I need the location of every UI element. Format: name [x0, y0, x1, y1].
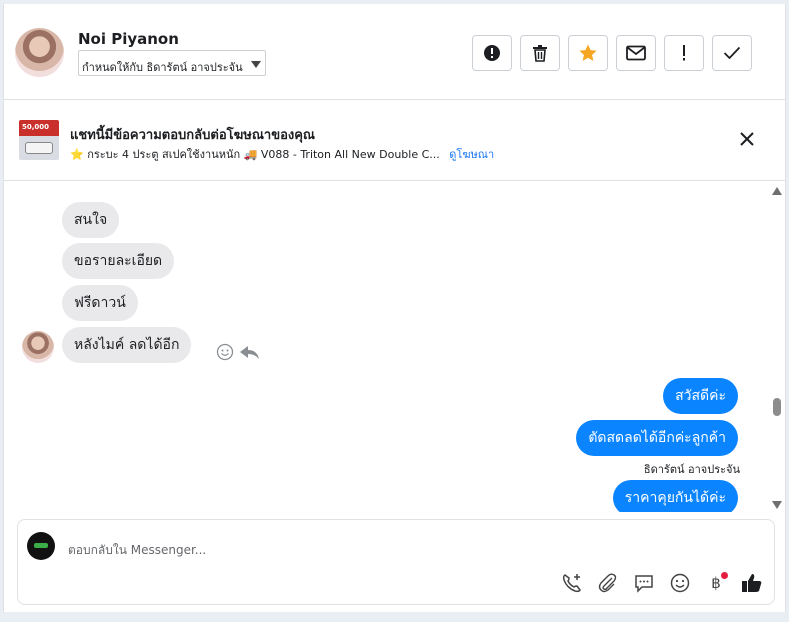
message-thread: สนใจ ขอรายละเอียด ฟรีดาวน์ หลังไมค์ ลดได… [4, 182, 785, 512]
saved-replies-button[interactable] [632, 571, 656, 595]
truck-image [25, 142, 53, 154]
scroll-thumb[interactable] [773, 398, 781, 416]
envelope-icon [626, 45, 646, 61]
ad-banner-subtitle: ⭐ กระบะ 4 ประตู สเปคใช้งานหนัก 🚚 V088 - … [70, 145, 494, 163]
scroll-up-icon[interactable] [772, 187, 782, 195]
call-button[interactable] [560, 571, 584, 595]
outgoing-message[interactable]: ราคาคุยกันได้ค่ะ [612, 480, 738, 512]
ad-thumbnail-price: 50,000 [22, 123, 50, 131]
incoming-message[interactable]: ฟรีดาวน์ [62, 285, 138, 321]
exclamation-icon [683, 45, 685, 61]
thumbs-up-icon [742, 574, 762, 592]
paperclip-icon [598, 573, 617, 593]
follow-up-button[interactable] [664, 35, 704, 71]
outgoing-message[interactable]: ตัดสดลดได้อีกค่ะลูกค้า [576, 420, 738, 456]
chat-scrollbar[interactable] [770, 187, 782, 509]
contact-avatar[interactable] [15, 28, 64, 77]
caret-down-icon [251, 61, 261, 68]
close-icon[interactable] [736, 128, 758, 150]
contact-avatar-small [22, 331, 54, 363]
chat-bubble-icon [635, 575, 653, 593]
smiley-icon [670, 573, 690, 593]
emoji-button[interactable] [668, 571, 692, 595]
assign-value: กำหนดให้กับ ธิดารัตน์ อาจประจัน [82, 61, 243, 74]
alert-circle-icon [484, 45, 500, 61]
contact-name[interactable]: Noi Piyanon [78, 30, 179, 48]
attach-button[interactable] [596, 571, 620, 595]
page-avatar [27, 532, 55, 560]
assign-dropdown[interactable]: กำหนดให้กับ ธิดารัตน์ อาจประจัน [78, 50, 266, 76]
done-button[interactable] [712, 35, 752, 71]
message-actions [216, 343, 259, 361]
ad-thumbnail[interactable]: 50,000 [19, 120, 59, 160]
spam-button[interactable] [472, 35, 512, 71]
phone-plus-icon [562, 574, 581, 593]
sender-label: ธิดารัตน์ อาจประจัน [643, 463, 740, 476]
trash-icon [533, 45, 547, 62]
incoming-message[interactable]: สนใจ [62, 202, 120, 238]
view-ad-link[interactable]: ดูโฆษณา [449, 148, 494, 161]
like-button[interactable] [740, 571, 764, 595]
outgoing-message[interactable]: สวัสดีค่ะ [663, 378, 738, 414]
reply-input[interactable]: ตอบกลับใน Messenger... [68, 541, 206, 560]
baht-icon: ฿ [711, 574, 721, 592]
conversation-header: Noi Piyanon กำหนดให้กับ ธิดารัตน์ อาจประ… [4, 4, 785, 100]
smiley-icon[interactable] [216, 343, 234, 361]
conversation-panel: Noi Piyanon กำหนดให้กับ ธิดารัตน์ อาจประ… [3, 4, 786, 612]
reply-icon[interactable] [240, 346, 259, 359]
star-button[interactable] [568, 35, 608, 71]
ad-description: ⭐ กระบะ 4 ประตู สเปคใช้งานหนัก 🚚 V088 - … [70, 148, 440, 161]
delete-button[interactable] [520, 35, 560, 71]
star-icon [579, 44, 597, 61]
notification-dot [721, 572, 728, 579]
incoming-message[interactable]: ขอรายละเอียด [62, 243, 175, 279]
payment-button[interactable]: ฿ [704, 571, 728, 595]
incoming-message[interactable]: หลังไมค์ ลดได้อีก [62, 327, 192, 363]
ad-reply-banner: 50,000 แชทนี้มีข้อความตอบกลับต่อโฆษณาของ… [4, 100, 785, 181]
scroll-down-icon[interactable] [772, 501, 782, 509]
ad-banner-title: แชทนี้มีข้อความตอบกลับต่อโฆษณาของคุณ [70, 128, 315, 143]
message-composer: ตอบกลับใน Messenger... ฿ [17, 519, 775, 605]
check-icon [723, 46, 741, 60]
mark-unread-button[interactable] [616, 35, 656, 71]
